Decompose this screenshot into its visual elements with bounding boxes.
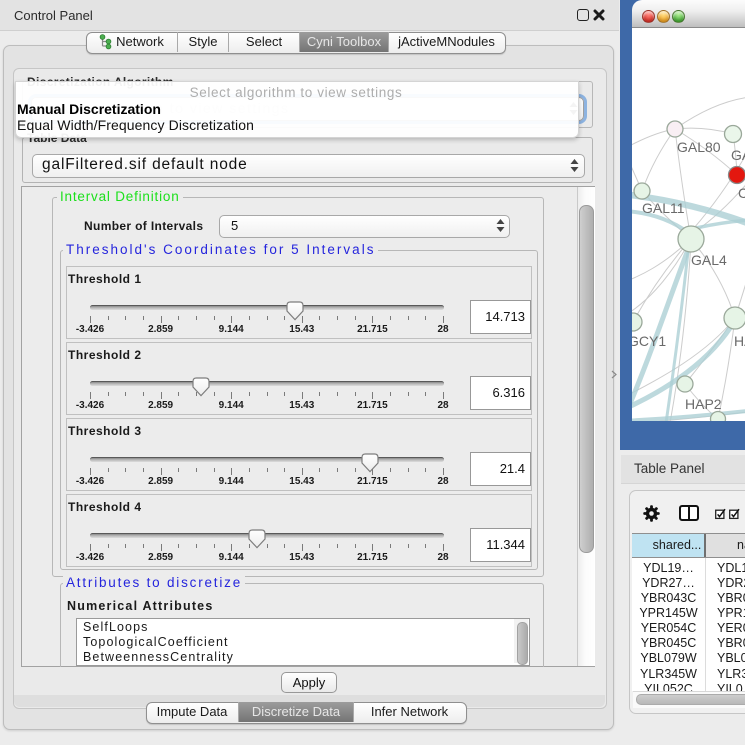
svg-text:GA: GA: [731, 147, 745, 163]
svg-text:HA: HA: [734, 333, 745, 349]
svg-text:HAP2: HAP2: [685, 396, 722, 412]
svg-text:GCY1: GCY1: [632, 333, 666, 349]
svg-text:C: C: [738, 185, 745, 201]
svg-text:GAL80: GAL80: [677, 139, 721, 155]
svg-text:GAL4: GAL4: [691, 252, 727, 268]
svg-text:GAL11: GAL11: [642, 200, 685, 216]
